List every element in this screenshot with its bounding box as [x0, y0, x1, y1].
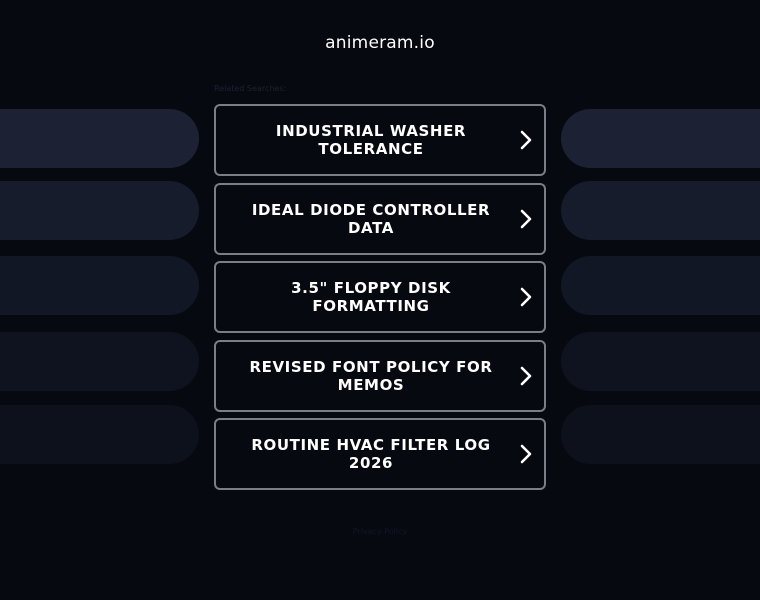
background-pill-right-2 [561, 181, 760, 240]
chevron-right-icon [508, 366, 544, 386]
related-link-button[interactable]: INDUSTRIAL WASHER TOLERANCE [214, 104, 546, 176]
background-pill-left-5 [0, 405, 199, 464]
related-link-button[interactable]: IDEAL DIODE CONTROLLER DATA [214, 182, 546, 255]
domain-title: animeram.io [325, 33, 435, 53]
chevron-right-icon [508, 444, 544, 464]
chevron-right-icon [508, 209, 544, 229]
related-link-label: INDUSTRIAL WASHER TOLERANCE [275, 122, 467, 158]
related-link-label: 3.5" FLOPPY DISK FORMATTING [291, 279, 451, 315]
chevron-right-icon [508, 287, 544, 307]
background-pill-right-3 [561, 256, 760, 315]
privacy-policy-link[interactable]: Privacy Policy [0, 527, 760, 536]
related-links-list: INDUSTRIAL WASHER TOLERANCE IDEAL DIODE … [214, 104, 546, 497]
related-searches-label: Related Searches: [214, 84, 287, 93]
parked-domain-page: animeram.io Related Searches: INDUSTRIAL… [0, 0, 760, 600]
related-link-label: REVISED FONT POLICY FOR MEMOS [249, 357, 493, 394]
related-link-label: ROUTINE HVAC FILTER LOG 2026 [251, 436, 491, 472]
background-pill-right-5 [561, 405, 760, 464]
background-pill-left-4 [0, 332, 199, 391]
related-link-button[interactable]: ROUTINE HVAC FILTER LOG 2026 [214, 418, 546, 490]
background-pill-left-1 [0, 109, 199, 168]
related-link-button[interactable]: 3.5" FLOPPY DISK FORMATTING [214, 261, 546, 333]
background-pill-left-2 [0, 181, 199, 240]
background-pill-right-4 [561, 332, 760, 391]
related-link-button[interactable]: REVISED FONT POLICY FOR MEMOS [214, 339, 546, 412]
related-link-label: IDEAL DIODE CONTROLLER DATA [251, 200, 491, 237]
chevron-right-icon [508, 130, 544, 150]
background-pill-right-1 [561, 109, 760, 168]
background-pill-left-3 [0, 256, 199, 315]
